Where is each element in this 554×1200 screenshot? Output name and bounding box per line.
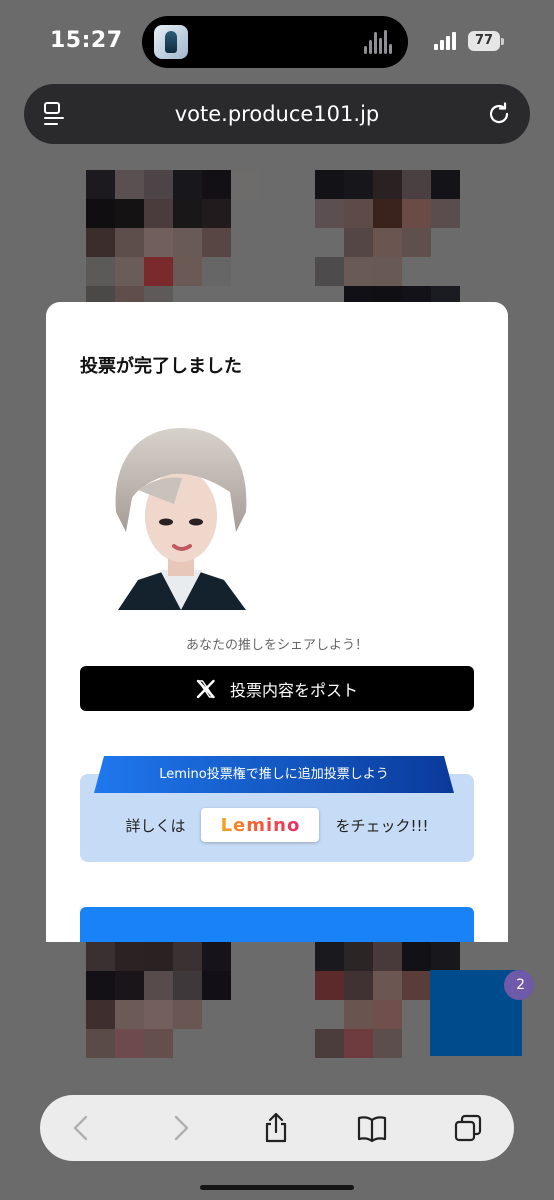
lemino-promo-row: 詳しくは Lemino をチェック!!! — [80, 807, 474, 843]
vote-complete-modal: 投票が完了しました あなたの推しをシェアしよう！ 投票内容をポスト Lemino… — [46, 302, 508, 942]
share-icon[interactable] — [260, 1112, 292, 1144]
status-time: 15:27 — [50, 28, 123, 53]
notification-badge[interactable]: 2 — [504, 970, 534, 1000]
address-bar[interactable]: vote.produce101.jp — [24, 84, 530, 144]
home-indicator[interactable] — [200, 1185, 354, 1190]
post-to-x-button[interactable]: 投票内容をポスト — [80, 666, 474, 711]
battery-tip — [501, 38, 504, 45]
back-icon[interactable] — [66, 1112, 98, 1144]
audio-waveform-icon — [364, 30, 394, 54]
lemino-prefix-text: 詳しくは — [125, 816, 186, 835]
url-text[interactable]: vote.produce101.jp — [24, 102, 530, 126]
tabs-icon[interactable] — [452, 1112, 484, 1144]
blurred-photo-top-left — [86, 170, 260, 315]
cellular-signal-icon — [434, 32, 460, 50]
lemino-logo: Lemino — [220, 814, 301, 836]
share-caption: あなたの推しをシェアしよう！ — [185, 638, 368, 653]
now-playing-app-icon — [154, 25, 188, 59]
modal-title: 投票が完了しました — [80, 356, 242, 377]
lemino-promo-ribbon: Lemino投票権で推しに追加投票しよう — [94, 756, 454, 793]
battery-level: 77 — [474, 33, 494, 48]
lemino-logo-button[interactable]: Lemino — [201, 808, 320, 842]
post-button-label: 投票内容をポスト — [229, 680, 358, 700]
next-action-button[interactable] — [80, 907, 474, 942]
browser-toolbar — [40, 1095, 514, 1161]
blurred-photo-top-right — [315, 170, 460, 315]
battery-icon: 77 — [468, 31, 500, 51]
lemino-suffix-text: をチェック!!! — [335, 816, 429, 835]
forward-icon[interactable] — [164, 1112, 196, 1144]
status-bar: 15:27 77 — [0, 0, 554, 84]
bookmarks-icon[interactable] — [356, 1112, 388, 1144]
x-logo-icon — [196, 679, 215, 698]
trainee-portrait — [115, 428, 247, 610]
blurred-photo-bottom-left — [86, 942, 231, 1058]
reload-icon[interactable] — [486, 101, 512, 127]
dynamic-island[interactable] — [142, 16, 408, 68]
